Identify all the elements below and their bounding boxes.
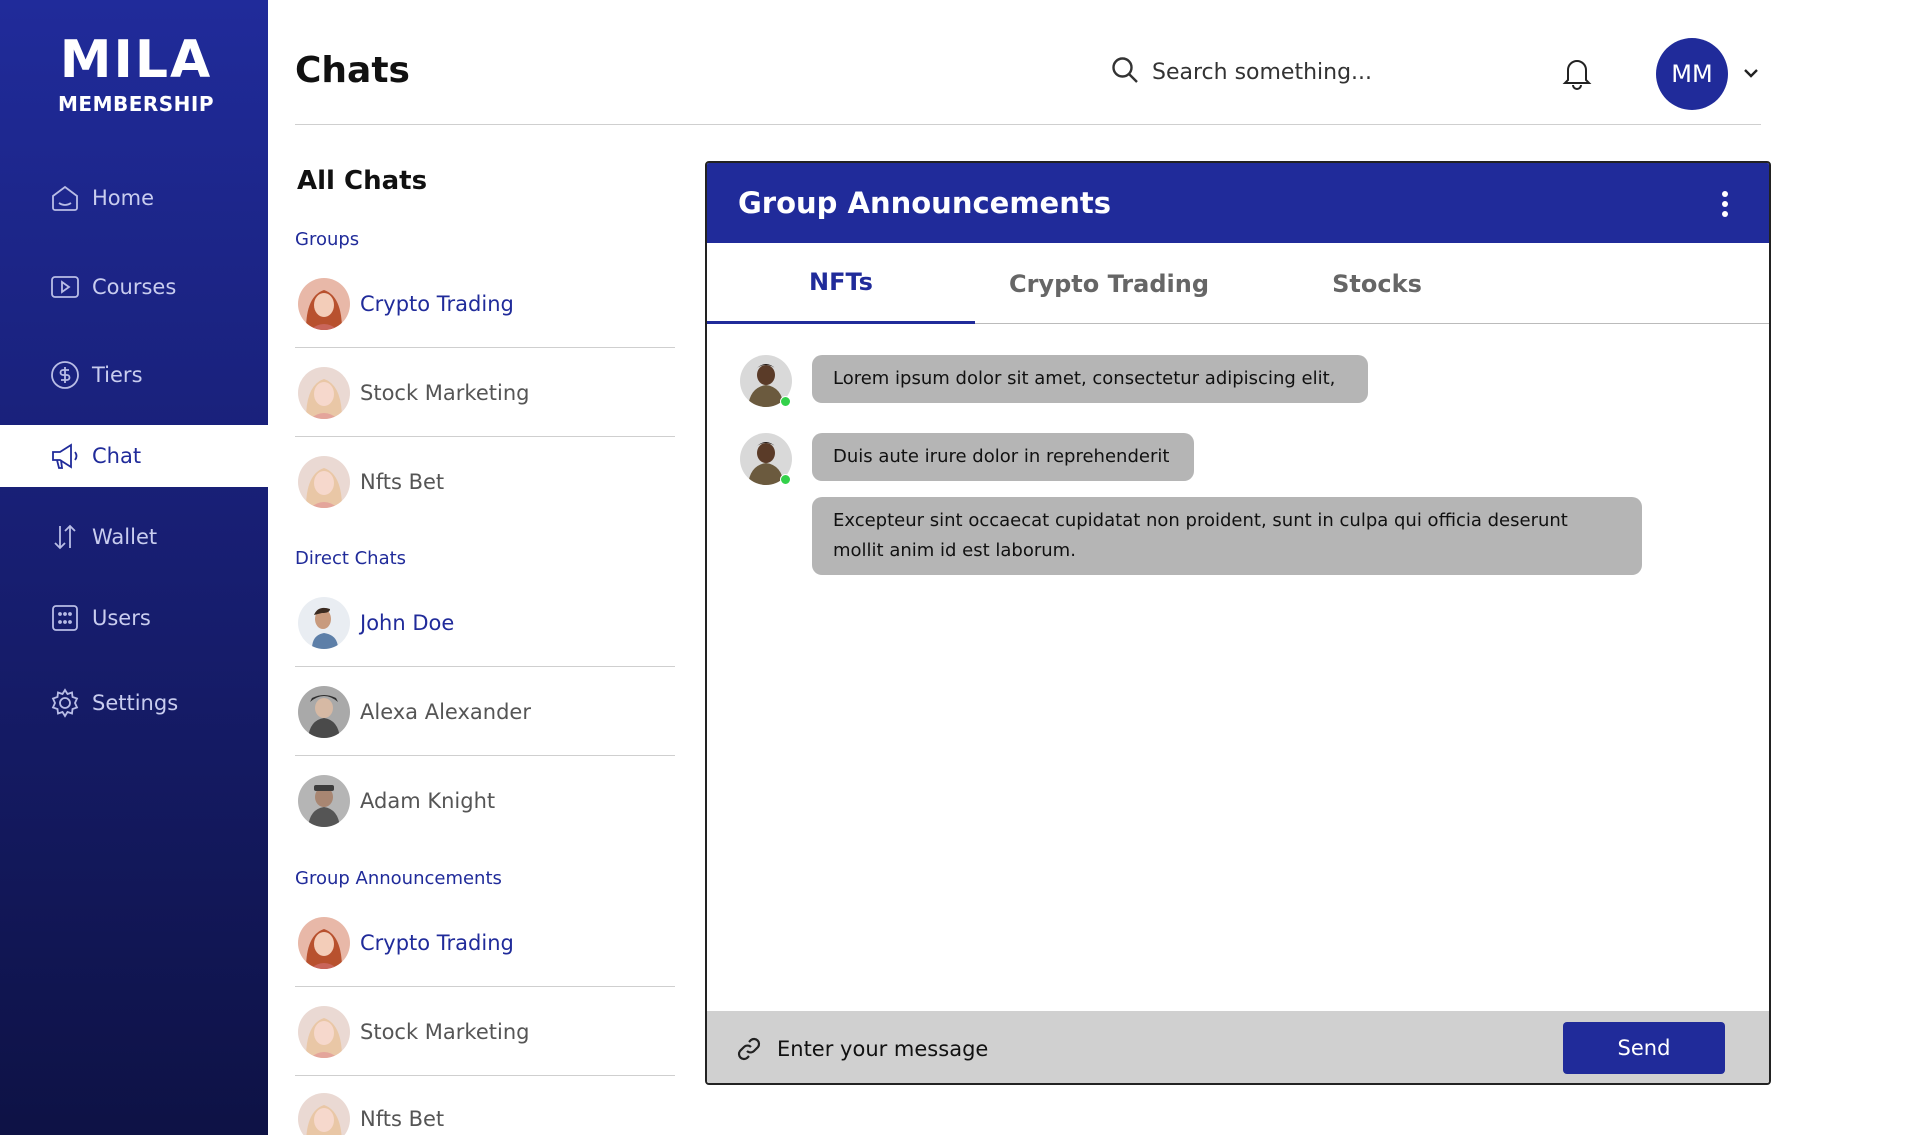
message-bubble: Duis aute irure dolor in reprehenderit (812, 433, 1194, 481)
group-announcements-section-label: Group Announcements (295, 868, 502, 889)
logo-subtitle: MEMBERSHIP (58, 92, 215, 116)
logo-wordmark: MILA (59, 30, 213, 90)
direct-chats-section-label: Direct Chats (295, 548, 407, 569)
megaphone-icon (48, 439, 82, 473)
message-composer: Send (707, 1011, 1769, 1083)
online-indicator (780, 396, 791, 407)
groups-section-label: Groups (295, 229, 360, 250)
user-avatar[interactable]: MM (1656, 38, 1728, 110)
tab-stocks[interactable]: Stocks (1243, 243, 1511, 324)
avatar (298, 596, 350, 649)
chevron-down-icon[interactable] (1742, 64, 1760, 82)
chat-item-group[interactable]: Stock Marketing (295, 349, 675, 437)
dollar-icon (48, 358, 82, 392)
search-input[interactable] (1152, 59, 1412, 85)
sidebar-item-label: Courses (92, 275, 177, 299)
header-divider (295, 124, 1761, 125)
chat-list-heading: All Chats (297, 166, 428, 196)
attach-link-icon[interactable] (735, 1035, 763, 1063)
chat-item-name: Stock Marketing (360, 380, 530, 405)
chat-item-group[interactable]: Crypto Trading (295, 260, 675, 348)
chat-item-name: Nfts Bet (360, 1107, 445, 1131)
message-bubble: Lorem ipsum dolor sit amet, consectetur … (812, 355, 1368, 403)
message-input[interactable] (777, 1037, 1477, 1061)
sidebar-item-tiers[interactable]: Tiers (0, 344, 268, 406)
home-icon (48, 181, 82, 215)
sidebar-item-wallet[interactable]: Wallet (0, 506, 268, 568)
send-button[interactable]: Send (1563, 1022, 1725, 1074)
chat-item-announcement[interactable]: Crypto Trading (295, 899, 675, 987)
sidebar-item-label: Tiers (92, 363, 143, 387)
chat-item-announcement[interactable]: Stock Marketing (295, 988, 675, 1076)
sidebar-item-label: Chat (92, 444, 142, 468)
chat-item-name: Alexa Alexander (360, 699, 531, 724)
chat-item-direct[interactable]: John Doe (295, 579, 675, 667)
avatar (298, 685, 350, 738)
chat-panel-title: Group Announcements (738, 186, 1111, 220)
chat-item-name: Crypto Trading (360, 291, 514, 316)
online-indicator (780, 474, 791, 485)
gear-icon (48, 686, 82, 720)
sidebar-item-courses[interactable]: Courses (0, 256, 268, 318)
avatar (298, 1093, 350, 1135)
avatar (298, 366, 350, 419)
sidebar-item-label: Home (92, 186, 155, 210)
sidebar-item-settings[interactable]: Settings (0, 672, 268, 734)
chat-item-announcement[interactable]: Nfts Bet (295, 1075, 675, 1135)
chat-item-name: Stock Marketing (360, 1019, 530, 1044)
sidebar: MILA MEMBERSHIP Home Courses Tiers Chat … (0, 0, 268, 1135)
chat-item-direct[interactable]: Adam Knight (295, 757, 675, 845)
avatar (298, 456, 350, 508)
bell-icon[interactable] (1560, 54, 1594, 90)
avatar (298, 1005, 350, 1058)
chat-item-direct[interactable]: Alexa Alexander (295, 668, 675, 756)
transfer-icon (48, 520, 82, 554)
chat-item-group[interactable]: Nfts Bet (295, 438, 675, 526)
sidebar-item-home[interactable]: Home (0, 167, 268, 229)
sidebar-item-label: Users (92, 606, 151, 630)
chat-item-name: Adam Knight (360, 789, 496, 813)
chat-item-name: Crypto Trading (360, 930, 514, 955)
page-title: Chats (295, 50, 410, 91)
avatar (298, 775, 350, 827)
users-grid-icon (48, 601, 82, 635)
brand-logo[interactable]: MILA MEMBERSHIP (58, 30, 214, 122)
search-icon (1110, 55, 1140, 89)
chat-panel-header: Group Announcements (707, 163, 1769, 243)
avatar (298, 916, 350, 969)
message-bubble: Excepteur sint occaecat cupidatat non pr… (812, 497, 1642, 575)
chat-panel: Group Announcements NFTs Crypto Trading … (705, 161, 1771, 1085)
tab-crypto-trading[interactable]: Crypto Trading (975, 243, 1243, 324)
tab-nfts[interactable]: NFTs (707, 243, 975, 324)
search-bar[interactable] (1110, 55, 1412, 89)
sidebar-item-chat[interactable]: Chat (0, 425, 268, 487)
sidebar-item-label: Wallet (92, 525, 158, 549)
main-content: Chats MM All Chats Groups Crypto Trading… (268, 0, 1920, 1135)
chat-tabs: NFTs Crypto Trading Stocks (707, 243, 1769, 324)
sidebar-item-users[interactable]: Users (0, 587, 268, 649)
more-options-icon[interactable] (1721, 191, 1729, 219)
sidebar-item-label: Settings (92, 691, 179, 715)
avatar (298, 277, 350, 330)
chat-item-name: Nfts Bet (360, 470, 445, 494)
play-icon (48, 270, 82, 304)
chat-item-name: John Doe (360, 610, 455, 635)
